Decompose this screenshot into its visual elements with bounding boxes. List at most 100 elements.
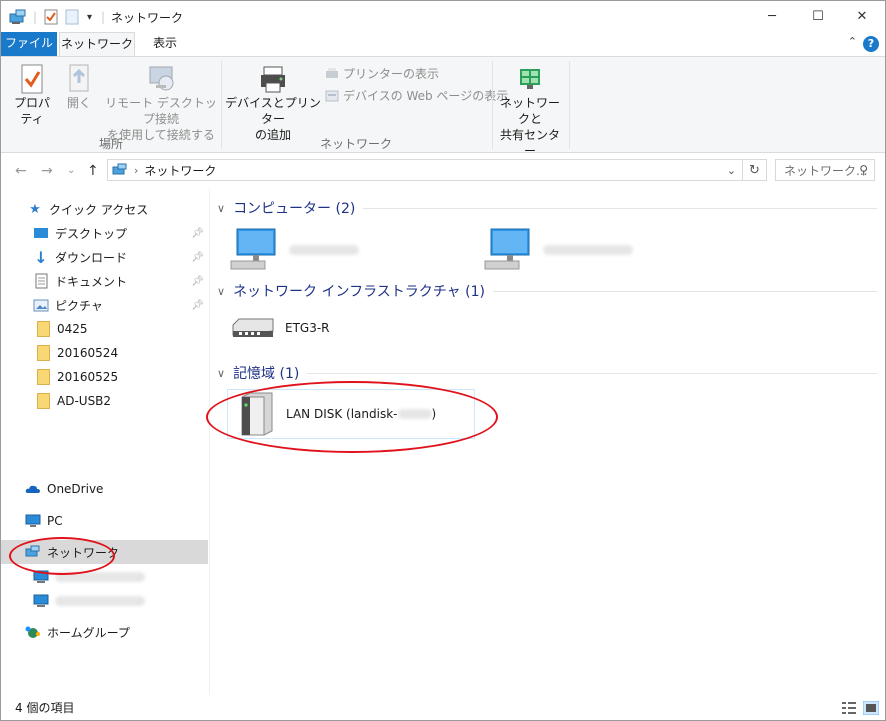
- computer-icon: [230, 228, 276, 270]
- remote-desktop-button[interactable]: リモート デスクトップ接続 を使用して接続する: [101, 63, 221, 143]
- network-center-label: ネットワークと 共有センター: [499, 96, 560, 158]
- view-device-webpage-button[interactable]: デバイスの Web ページの表示: [325, 87, 508, 104]
- nav-desktop-label: デスクトップ: [55, 226, 128, 241]
- chevron-down-icon[interactable]: ∨: [217, 202, 225, 215]
- add-devices-button[interactable]: デバイスとプリンター の追加: [225, 63, 321, 143]
- divider: [307, 372, 877, 374]
- network-icon: [25, 544, 41, 560]
- new-folder-qa-icon[interactable]: [65, 7, 79, 27]
- folder-icon: [35, 369, 51, 385]
- view-printers-icon: [326, 67, 338, 78]
- back-arrow-icon[interactable]: ←: [15, 163, 27, 179]
- pin-icon[interactable]: 📌︎: [191, 300, 204, 311]
- search-box[interactable]: ネットワーク... ⚲: [775, 159, 875, 181]
- group-header-infrastructure-label: ネットワーク インフラストラクチャ (1): [233, 284, 485, 300]
- view-printers-button[interactable]: プリンターの表示: [325, 65, 439, 82]
- tab-file[interactable]: ファイル: [1, 32, 57, 56]
- network-location-icon: [112, 163, 127, 175]
- large-icons-view-icon[interactable]: [863, 701, 879, 715]
- group-header-storage-label: 記憶域 (1): [233, 366, 300, 382]
- pictures-icon: [33, 297, 49, 313]
- search-placeholder: ネットワーク...: [784, 163, 868, 178]
- nav-downloads-label: ダウンロード: [55, 250, 128, 265]
- group-header-storage[interactable]: ∨ 記憶域 (1): [217, 363, 877, 383]
- redacted-disk-id: [397, 409, 432, 419]
- qa-customize-dropdown-icon[interactable]: ▾: [87, 7, 92, 27]
- view-printers-label: プリンターの表示: [343, 67, 440, 81]
- maximize-button[interactable]: ☐: [795, 1, 841, 32]
- document-icon: [33, 273, 49, 289]
- recent-locations-dropdown-icon[interactable]: ⌄: [67, 165, 75, 176]
- group-header-computers[interactable]: ∨ コンピューター (2): [217, 198, 877, 218]
- properties-button[interactable]: プロパティ: [9, 63, 55, 127]
- pin-icon[interactable]: 📌︎: [191, 252, 204, 263]
- remote-desktop-icon: [149, 66, 174, 91]
- navigation-pane: ★ クイック アクセス デスクトップ 📌︎ ↓ ダウンロード 📌︎ ドキュメント…: [1, 189, 210, 695]
- details-view-icon[interactable]: [841, 701, 857, 715]
- nav-folder[interactable]: 20160524: [1, 341, 208, 365]
- desktop-icon: [33, 225, 49, 241]
- nav-folder-label: 0425: [57, 322, 88, 336]
- chevron-down-icon[interactable]: ∨: [217, 367, 225, 380]
- nav-network-label: ネットワーク: [47, 545, 120, 560]
- group-header-infrastructure[interactable]: ∨ ネットワーク インフラストラクチャ (1): [217, 281, 877, 301]
- search-icon: ⚲: [859, 163, 868, 177]
- nav-documents[interactable]: ドキュメント 📌︎: [1, 269, 208, 293]
- network-computer-item[interactable]: [483, 225, 713, 275]
- lan-disk-item[interactable]: LAN DISK (landisk- ): [227, 389, 475, 439]
- nav-folder[interactable]: 20160525: [1, 365, 208, 389]
- ribbon: プロパティ 開く リモート デスクトップ接続 を使用して接続する 場所 デバイス…: [1, 56, 885, 158]
- close-button[interactable]: ✕: [839, 1, 885, 32]
- nav-quick-access-label: クイック アクセス: [49, 202, 149, 217]
- redacted-computer-name: [289, 245, 359, 255]
- nav-folder-label: AD-USB2: [57, 394, 112, 408]
- refresh-icon[interactable]: ↻: [743, 159, 767, 181]
- nav-pictures[interactable]: ピクチャ 📌︎: [1, 293, 208, 317]
- nav-downloads[interactable]: ↓ ダウンロード 📌︎: [1, 245, 208, 269]
- divider: [492, 290, 877, 292]
- lan-disk-name: LAN DISK (landisk- ): [286, 407, 436, 421]
- chevron-down-icon[interactable]: ∨: [217, 285, 225, 298]
- minimize-button[interactable]: ─: [749, 1, 795, 32]
- title-bar: | ▾ | ネットワーク ─ ☐ ✕: [1, 1, 885, 32]
- nav-onedrive-label: OneDrive: [47, 482, 104, 496]
- folder-icon: [35, 393, 51, 409]
- pin-icon[interactable]: 📌︎: [191, 276, 204, 287]
- navigation-bar: ← → ⌄ ↑ › ネットワーク ⌄ ↻ ネットワーク... ⚲: [1, 153, 885, 189]
- download-icon: ↓: [34, 247, 48, 267]
- nav-homegroup[interactable]: ホームグループ: [1, 620, 208, 644]
- router-icon: [232, 318, 274, 337]
- properties-icon: [21, 64, 43, 94]
- tab-view[interactable]: 表示: [141, 32, 189, 56]
- up-arrow-icon[interactable]: ↑: [87, 163, 99, 179]
- nav-pc-label: PC: [47, 514, 63, 528]
- forward-arrow-icon[interactable]: →: [41, 163, 53, 179]
- pin-icon[interactable]: 📌︎: [191, 228, 204, 239]
- computer-icon: [484, 228, 530, 270]
- folder-icon: [35, 345, 51, 361]
- tab-network[interactable]: ネットワーク: [59, 32, 135, 57]
- network-center-button[interactable]: ネットワークと 共有センター: [495, 63, 565, 159]
- nav-desktop[interactable]: デスクトップ 📌︎: [1, 221, 208, 245]
- group-header-computers-label: コンピューター (2): [233, 201, 356, 217]
- properties-label: プロパティ: [13, 96, 50, 126]
- breadcrumb-chevron-icon[interactable]: ›: [134, 164, 138, 177]
- nav-pc[interactable]: PC: [1, 509, 208, 533]
- nav-folder[interactable]: AD-USB2: [1, 389, 208, 413]
- redacted-computer-name: [55, 596, 145, 606]
- network-computer-item[interactable]: [229, 225, 459, 275]
- nav-quick-access[interactable]: ★ クイック アクセス: [1, 197, 208, 221]
- nav-network-computer[interactable]: [1, 589, 208, 613]
- properties-qa-icon[interactable]: [43, 7, 59, 27]
- address-bar[interactable]: › ネットワーク ⌄: [107, 159, 743, 181]
- open-button[interactable]: 開く: [63, 63, 95, 111]
- nav-folder[interactable]: 0425: [1, 317, 208, 341]
- nav-network[interactable]: ネットワーク: [1, 540, 208, 564]
- breadcrumb-network[interactable]: ネットワーク: [144, 162, 216, 179]
- collapse-ribbon-icon[interactable]: ⌃: [848, 35, 857, 48]
- router-item[interactable]: ETG3-R: [229, 313, 330, 343]
- address-dropdown-icon[interactable]: ⌄: [727, 164, 736, 177]
- nav-onedrive[interactable]: OneDrive: [1, 477, 208, 501]
- nav-network-computer[interactable]: [1, 565, 208, 589]
- help-icon[interactable]: ?: [863, 36, 879, 52]
